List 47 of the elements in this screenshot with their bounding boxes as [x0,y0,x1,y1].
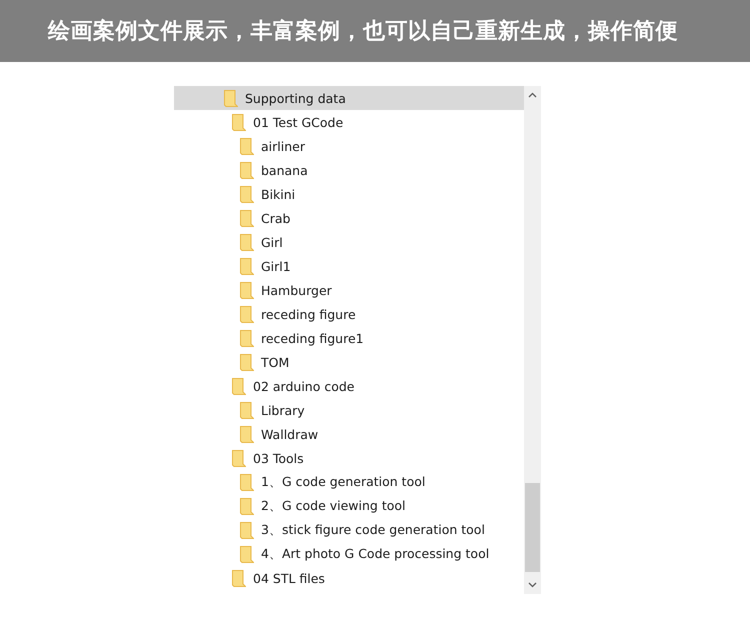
tree-item[interactable]: airliner [174,134,524,158]
tree-item[interactable]: 4、Art photo G Code processing tool [174,542,524,566]
folder-icon [240,330,254,346]
tree-item[interactable]: 03 Tools [174,446,524,470]
folder-icon [240,162,254,178]
tree-item[interactable]: 02 arduino code [174,374,524,398]
tree-item[interactable]: 2、G code viewing tool [174,494,524,518]
folder-icon [240,234,254,250]
tree-item[interactable]: banana [174,158,524,182]
folder-icon [240,354,254,370]
scroll-down-icon[interactable] [528,582,537,588]
tree-item[interactable]: Hamburger [174,278,524,302]
tree-item[interactable]: 01 Test GCode [174,110,524,134]
folder-icon [240,402,254,418]
folder-icon [232,114,246,130]
tree-item[interactable]: Supporting data [174,86,524,110]
folder-icon [240,474,254,490]
folder-icon [224,90,238,106]
scrollbar[interactable] [524,86,541,594]
tree-item[interactable]: Girl1 [174,254,524,278]
tree-item[interactable]: receding figure1 [174,326,524,350]
folder-icon [240,546,254,562]
tree-item[interactable]: Girl [174,230,524,254]
folder-icon [240,498,254,514]
folder-icon [232,570,246,586]
tree-item[interactable]: Library [174,398,524,422]
folder-icon [240,258,254,274]
folder-icon [240,186,254,202]
tree-item[interactable]: 3、stick figure code generation tool [174,518,524,542]
folder-icon [240,210,254,226]
folder-icon [232,450,246,466]
tree-item[interactable]: receding figure [174,302,524,326]
tree-item[interactable]: 04 STL files [174,566,524,590]
tree-item[interactable]: Crab [174,206,524,230]
folder-icon [240,426,254,442]
tree-item[interactable]: TOM [174,350,524,374]
banner-title: 绘画案例文件展示，丰富案例，也可以自己重新生成，操作简便 [48,18,678,46]
tree-item[interactable]: Bikini [174,182,524,206]
scroll-up-icon[interactable] [528,92,537,98]
folder-icon [240,138,254,154]
folder-icon [232,378,246,394]
folder-icon [240,306,254,322]
tree-item[interactable]: Walldraw [174,422,524,446]
scrollbar-thumb[interactable] [525,483,540,572]
tree-item[interactable]: 1、G code generation tool [174,470,524,494]
folder-icon [240,522,254,538]
folder-icon [240,282,254,298]
